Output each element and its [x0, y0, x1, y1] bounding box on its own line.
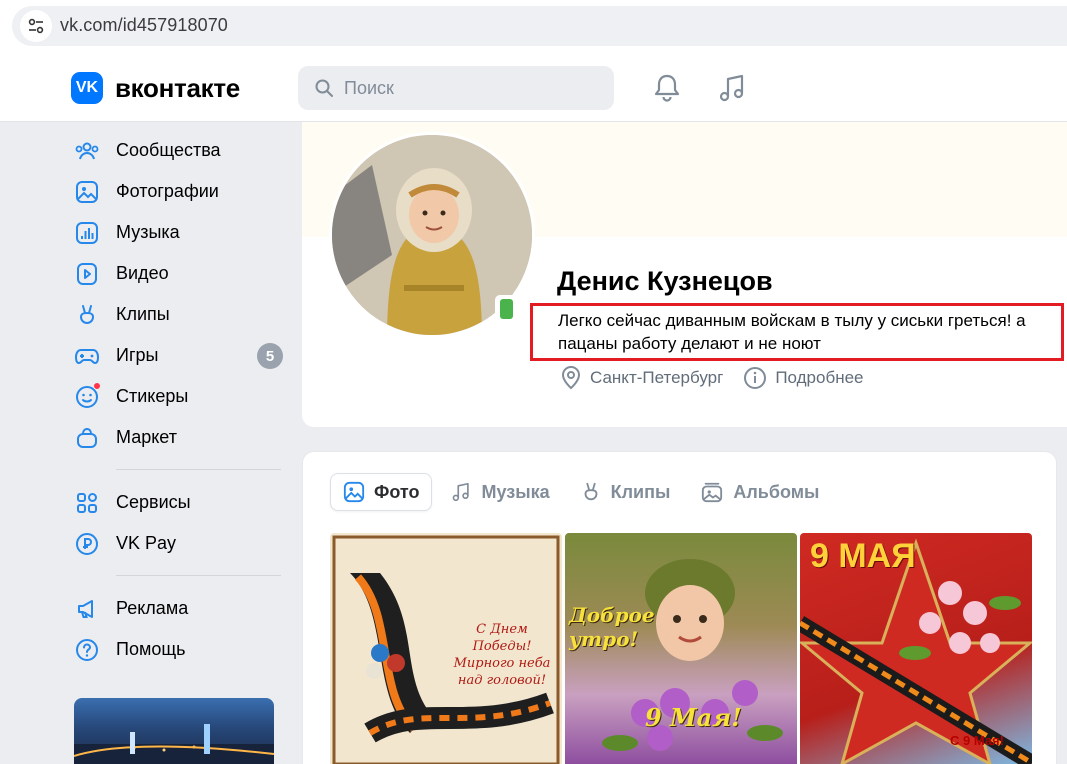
search-icon [315, 79, 333, 97]
url-text[interactable]: vk.com/id457918070 [60, 15, 228, 36]
sidebar-item-label: VK Pay [116, 533, 177, 553]
sidebar-item-video[interactable]: Видео [70, 253, 285, 294]
tab-photos[interactable]: Фото [330, 473, 433, 511]
services-icon [74, 490, 100, 516]
vk-header: VK вконтакте Поиск [0, 53, 1067, 122]
sidebar-item-label: Видео [116, 263, 169, 283]
profile-status: Легко сейчас диванным войскам в тылу у с… [558, 311, 1026, 353]
stickers-icon [74, 381, 101, 410]
profile-header-card: Денис Кузнецов Легко сейчас диванным вой… [302, 122, 1067, 427]
sidebar-item-help[interactable]: Помощь [70, 629, 285, 670]
sidebar-item-stickers[interactable]: Стикеры [70, 376, 285, 417]
sidebar-item-market[interactable]: Маркет [70, 417, 285, 458]
clips-icon [584, 482, 598, 501]
sidebar-item-music[interactable]: Музыка [70, 212, 285, 253]
vk-logo-text: вконтакте [115, 72, 240, 103]
tab-clips[interactable]: Клипы [568, 473, 683, 511]
sidebar-item-games[interactable]: Игры 5 [70, 335, 285, 376]
tab-label: Альбомы [733, 481, 820, 502]
photo-grid: С Днем Победы! Мирного неба над головой!… [330, 533, 1035, 764]
sidebar-item-label: Стикеры [116, 386, 189, 406]
notifications-bell-icon[interactable] [652, 72, 682, 109]
games-count-badge: 5 [257, 343, 283, 369]
sidebar-item-label: Игры [116, 345, 159, 365]
search-placeholder: Поиск [344, 77, 394, 98]
sidebar-divider [116, 575, 281, 576]
help-icon [74, 637, 100, 663]
sidebar-item-ads[interactable]: Реклама [70, 588, 285, 629]
photo-thumbnail[interactable]: Доброе утро! 9 Мая! [565, 533, 797, 764]
tab-label: Музыка [481, 481, 550, 502]
search-input[interactable]: Поиск [298, 66, 614, 110]
tab-label: Клипы [610, 481, 671, 502]
photo-icon [343, 481, 365, 503]
music-note-icon[interactable] [717, 72, 747, 109]
left-sidebar: Сообщества Фотографии Музыка Видео Клипы… [70, 130, 285, 670]
profile-meta: Санкт-Петербург Подробнее [560, 366, 864, 390]
tab-music[interactable]: Музыка [438, 473, 561, 511]
albums-icon [702, 482, 723, 503]
photo-thumbnail[interactable]: 9 МАЯ С 9 Мая! [800, 533, 1032, 764]
sidebar-item-label: Реклама [116, 598, 189, 618]
profile-details-link[interactable]: Подробнее [775, 368, 863, 388]
sidebar-item-label: Помощь [116, 639, 186, 659]
video-icon [74, 261, 100, 287]
vk-logo[interactable]: VK вконтакте [71, 72, 240, 104]
photo-caption: С 9 Мая! [950, 733, 1004, 748]
sidebar-item-services[interactable]: Сервисы [70, 482, 285, 523]
media-tabs: Фото Музыка Клипы Альбомы [330, 473, 837, 511]
vkpay-icon [74, 531, 100, 557]
photo-caption: 9 Мая! [645, 703, 742, 732]
photo-caption: Доброе утро! [569, 603, 655, 651]
ads-icon [74, 596, 100, 622]
media-card: Фото Музыка Клипы Альбомы С Днем Победы! [302, 451, 1057, 764]
sidebar-item-label: Музыка [116, 222, 180, 242]
photo-thumbnail[interactable]: С Днем Победы! Мирного неба над головой! [330, 533, 562, 764]
sidebar-item-clips[interactable]: Клипы [70, 294, 285, 335]
sidebar-item-label: Сервисы [116, 492, 191, 512]
new-indicator-dot [93, 381, 101, 390]
info-icon [744, 367, 767, 389]
music-icon [74, 220, 100, 246]
sidebar-item-photos[interactable]: Фотографии [70, 171, 285, 212]
sidebar-item-label: Маркет [116, 427, 177, 447]
sidebar-promo-banner[interactable] [74, 698, 274, 764]
mobile-online-icon [495, 295, 517, 323]
clips-icon [74, 302, 100, 328]
location-pin-icon [561, 366, 581, 390]
profile-city[interactable]: Санкт-Петербург [590, 368, 723, 388]
sidebar-item-communities[interactable]: Сообщества [70, 130, 285, 171]
sidebar-item-label: Фотографии [116, 181, 219, 201]
browser-address-bar: vk.com/id457918070 [0, 0, 1067, 53]
site-settings-icon[interactable] [20, 10, 52, 42]
sidebar-item-vkpay[interactable]: VK Pay [70, 523, 285, 564]
communities-icon [74, 138, 100, 164]
sidebar-item-label: Сообщества [116, 140, 221, 160]
tab-label: Фото [374, 481, 420, 502]
vk-logo-icon: VK [71, 72, 103, 104]
tab-albums[interactable]: Альбомы [688, 473, 831, 511]
photo-caption: 9 МАЯ [810, 537, 916, 575]
photos-icon [74, 179, 100, 205]
games-icon [74, 343, 100, 369]
url-field[interactable]: vk.com/id457918070 [12, 6, 1067, 46]
music-note-icon [453, 482, 470, 502]
sidebar-item-label: Клипы [116, 304, 170, 324]
photo-caption: С Днем Победы! Мирного неба над головой! [453, 622, 551, 688]
market-icon [74, 425, 100, 451]
sidebar-divider [116, 469, 281, 470]
profile-name: Денис Кузнецов [557, 266, 773, 296]
